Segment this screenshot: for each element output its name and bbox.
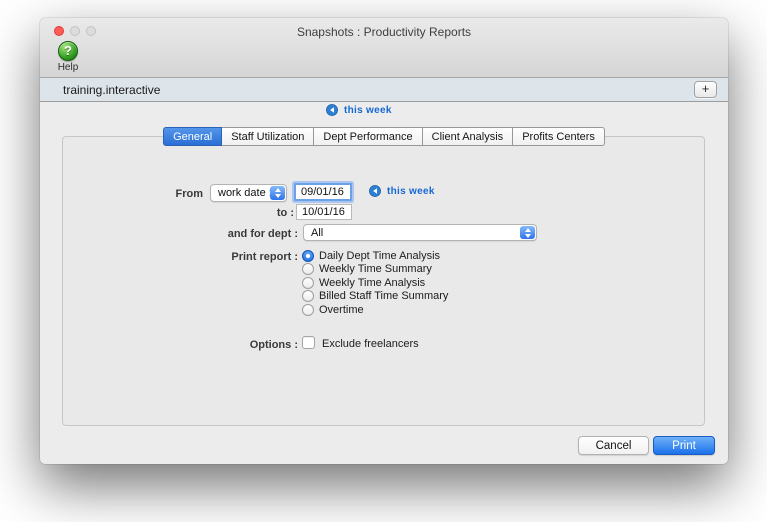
minimize-window-button[interactable] [70,26,80,36]
window-title: Snapshots : Productivity Reports [296,25,472,39]
tab-profits-centers[interactable]: Profits Centers [513,127,605,146]
radio-daily-dept-time-analysis[interactable]: Daily Dept Time Analysis [302,249,440,262]
exclude-freelancers-checkbox[interactable] [302,336,315,349]
back-arrow-circle-icon [326,104,338,116]
dept-value: All [311,226,324,239]
back-arrow-circle-icon [369,185,381,197]
radio-icon [302,289,314,302]
help-button[interactable]: ? Help [46,41,90,73]
titlebar: Snapshots : Productivity Reports ? Help [40,18,728,78]
dept-label: and for dept : [227,228,298,240]
options-label: Options : [249,339,298,351]
to-date-value: 10/01/16 [302,206,345,218]
radio-selected-icon [302,249,314,262]
app-window: Snapshots : Productivity Reports ? Help … [40,18,728,464]
session-bar: training.interactive + [40,78,728,102]
close-window-button[interactable] [54,26,64,36]
dropdown-stepper-icon [520,226,535,239]
add-snapshot-button[interactable]: + [694,81,717,98]
to-label: to : [276,207,294,219]
tab-bar: General Staff Utilization Dept Performan… [40,127,728,146]
date-type-value: work date : [218,187,272,199]
print-report-label: Print report : [231,251,298,263]
radio-weekly-time-analysis[interactable]: Weekly Time Analysis [302,276,425,289]
zoom-window-button[interactable] [86,26,96,36]
tab-client-analysis[interactable]: Client Analysis [422,127,514,146]
session-name[interactable]: training.interactive [63,83,160,97]
to-date-field[interactable]: 10/01/16 [296,204,352,220]
this-week-link-top[interactable]: this week [326,104,392,116]
help-question-icon: ? [58,41,78,61]
from-date-field[interactable]: 09/01/16 [294,183,352,201]
radio-weekly-time-summary[interactable]: Weekly Time Summary [302,262,432,275]
this-week-link-form[interactable]: this week [369,185,435,197]
this-week-label: this week [344,104,392,116]
radio-billed-staff-time-summary[interactable]: Billed Staff Time Summary [302,289,448,302]
dept-dropdown[interactable]: All [303,224,537,241]
radio-icon [302,276,314,289]
from-label: From [175,188,204,200]
from-date-value: 09/01/16 [301,186,344,198]
tab-general[interactable]: General [163,127,223,146]
radio-icon [302,262,314,275]
tab-dept-performance[interactable]: Dept Performance [314,127,423,146]
dropdown-stepper-icon [270,186,285,200]
help-button-label: Help [57,62,79,73]
radio-icon [302,303,314,316]
print-button[interactable]: Print [653,436,715,455]
cancel-button[interactable]: Cancel [578,436,649,455]
this-week-label: this week [387,185,435,197]
radio-overtime[interactable]: Overtime [302,303,364,316]
exclude-freelancers-label: Exclude freelancers [322,338,419,350]
date-type-dropdown[interactable]: work date : [210,184,287,202]
tab-staff-utilization[interactable]: Staff Utilization [222,127,315,146]
